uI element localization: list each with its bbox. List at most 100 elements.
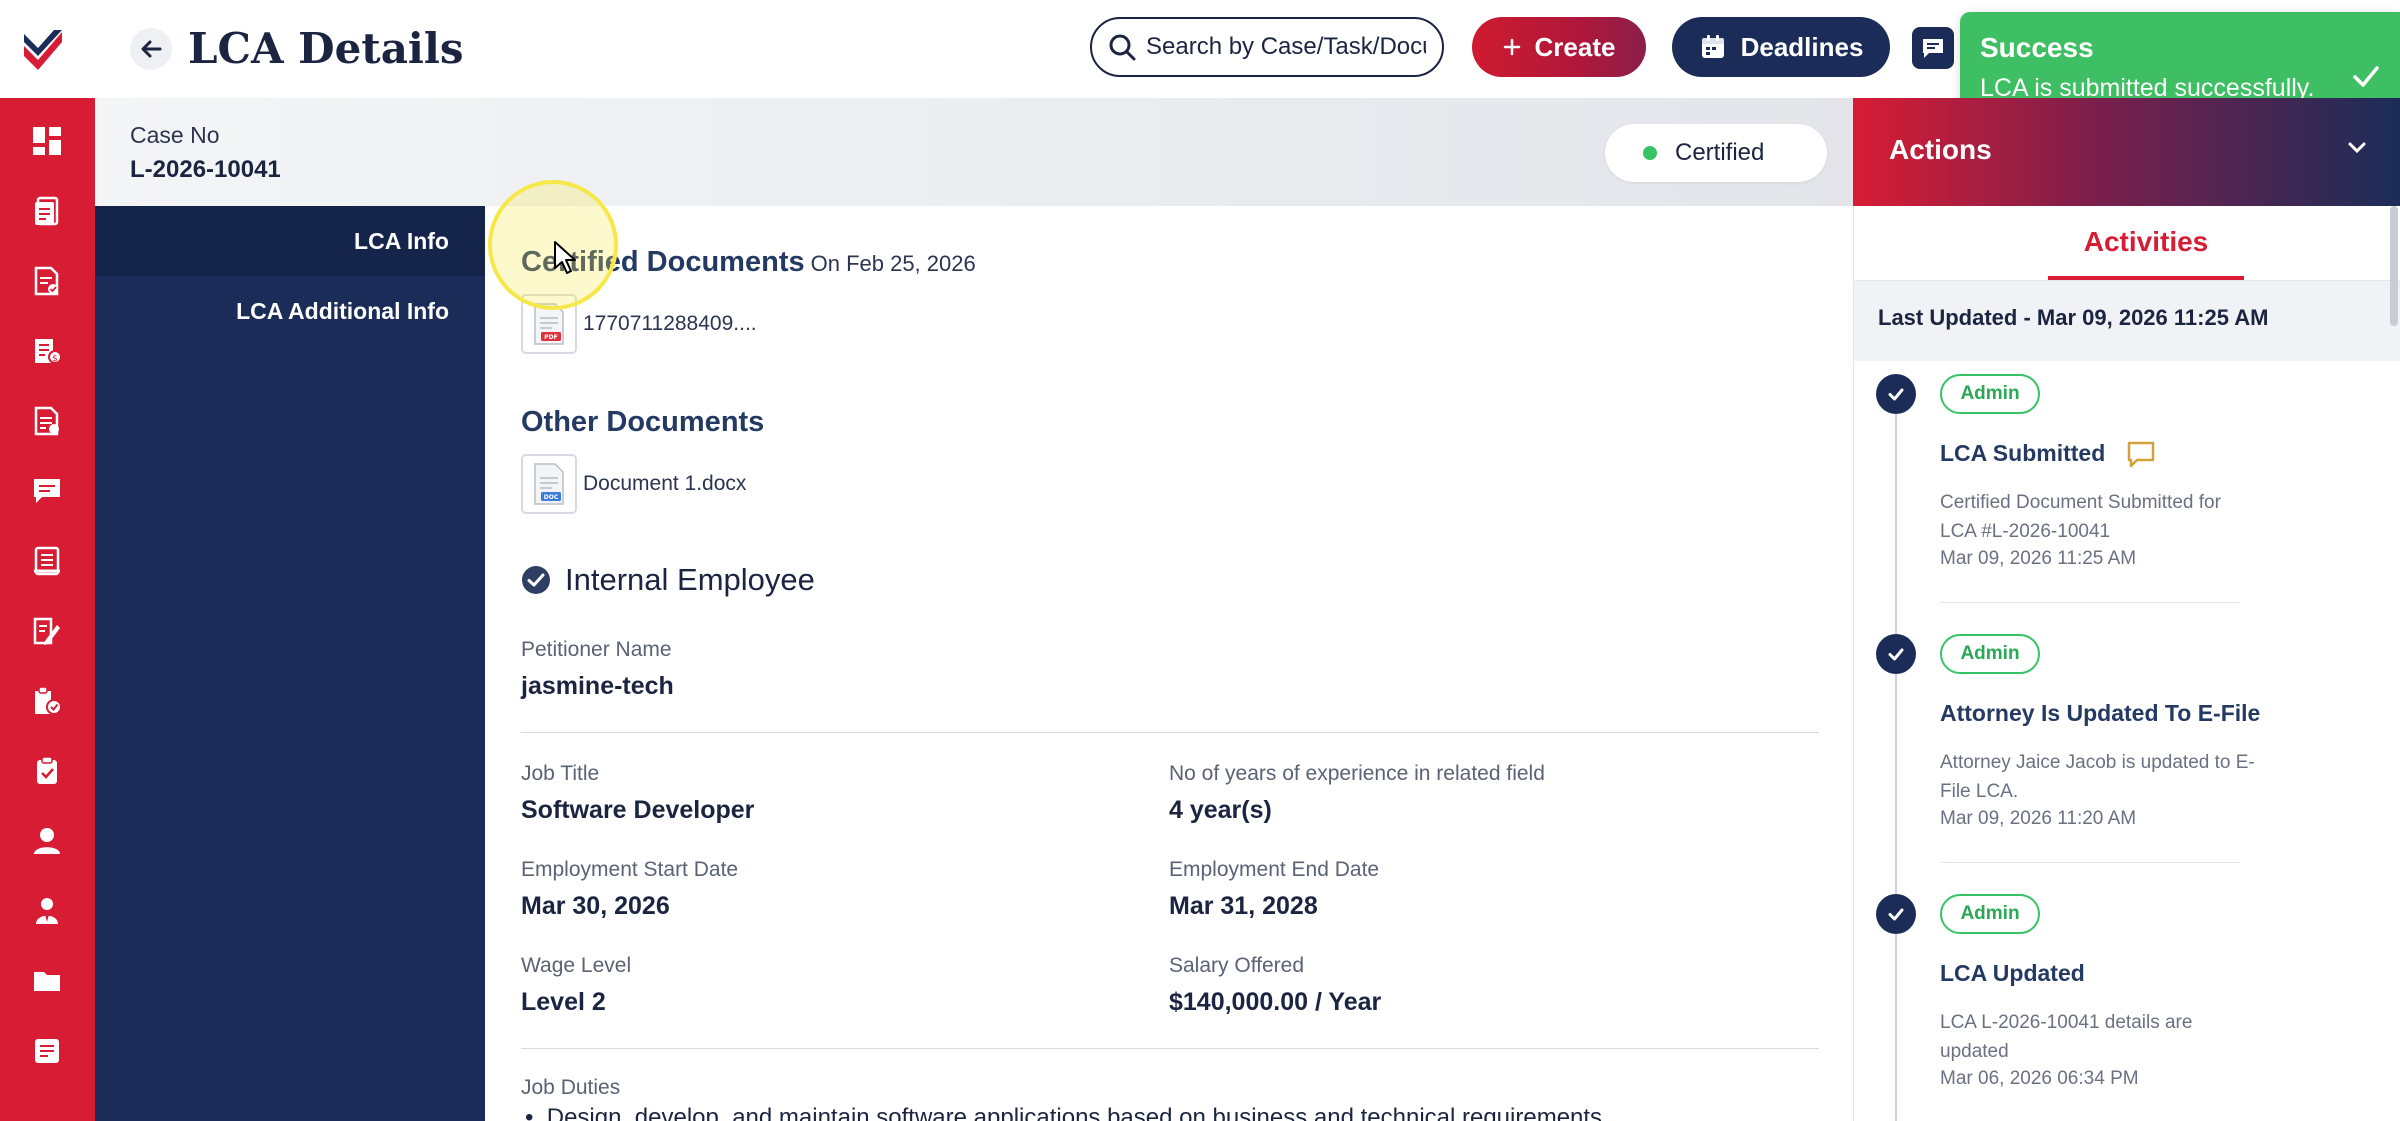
- certified-file-name: 1770711288409....: [583, 312, 757, 335]
- activity-description: LCA L-2026-10041 details are updated: [1940, 1012, 2193, 1062]
- mouse-cursor-icon: [554, 241, 576, 274]
- user-icon[interactable]: [24, 818, 70, 864]
- page-title: LCA Details: [188, 24, 464, 73]
- plus-icon: [1503, 38, 1520, 56]
- cases-icon[interactable]: [24, 188, 70, 234]
- divider: [1940, 862, 2240, 863]
- comment-icon[interactable]: [2126, 440, 2156, 470]
- bullet: •: [525, 1104, 547, 1121]
- create-button[interactable]: Create: [1472, 17, 1646, 77]
- icon-rail: $: [0, 98, 95, 1121]
- activity-title: Attorney Is Updated To E-File: [1940, 700, 2261, 726]
- divider: [521, 1048, 1819, 1049]
- lca-info-content: Certified Documents On Feb 25, 2026 PDF 1…: [485, 206, 1853, 1121]
- salary-label: Salary Offered: [1169, 954, 1305, 977]
- nav-item-lca-info[interactable]: LCA Info: [354, 228, 449, 255]
- toast-title: Success: [1980, 32, 2094, 63]
- job-title-value: Software Developer: [521, 796, 755, 824]
- start-date-value: Mar 30, 2026: [521, 892, 670, 920]
- start-date-label: Employment Start Date: [521, 858, 739, 881]
- actions-dropdown[interactable]: Actions: [1853, 98, 2400, 206]
- deadlines-button-label: Deadlines: [1740, 31, 1864, 62]
- activity-title: LCA Submitted: [1940, 440, 2156, 470]
- check-circle-icon: [1876, 374, 1916, 414]
- check-circle-icon: [1876, 634, 1916, 674]
- back-button[interactable]: [130, 28, 172, 70]
- case-no-label: Case No: [130, 122, 220, 148]
- wage-level-value: Level 2: [521, 988, 606, 1016]
- check-icon: [2353, 66, 2379, 87]
- last-updated: Last Updated - Mar 09, 2026 11:25 AM: [1854, 281, 2400, 361]
- arrow-left-icon: [141, 40, 162, 58]
- job-title-label: Job Title: [521, 762, 600, 785]
- search-input[interactable]: [1146, 33, 1426, 61]
- folder-icon[interactable]: [24, 958, 70, 1004]
- notes-icon[interactable]: [24, 1028, 70, 1074]
- timeline-line: [1895, 376, 1897, 1121]
- create-button-label: Create: [1534, 31, 1616, 62]
- status-dot-icon: [1643, 146, 1657, 160]
- activity-title-text: LCA Submitted: [1940, 440, 2106, 467]
- employee-type: Internal Employee: [565, 562, 815, 597]
- app-logo-icon[interactable]: [18, 24, 68, 74]
- other-documents-title: Other Documents: [521, 406, 765, 438]
- check-circle-icon: [1876, 894, 1916, 934]
- chat-icon: [1923, 39, 1943, 58]
- invoice-icon[interactable]: $: [24, 328, 70, 374]
- role-badge: Admin: [1940, 634, 2040, 674]
- activity-description: Certified Document Submitted for LCA #L-…: [1940, 492, 2221, 542]
- global-search[interactable]: [1090, 17, 1444, 77]
- certified-date: On Feb 25, 2026: [810, 251, 976, 276]
- dashboard-icon[interactable]: [24, 118, 70, 164]
- doc-file-icon: DOC: [521, 454, 577, 514]
- salary-value: $140,000.00 / Year: [1169, 988, 1382, 1016]
- search-icon: [1109, 34, 1136, 61]
- document-check-icon[interactable]: [24, 258, 70, 304]
- job-duty-text: Design, develop, and maintain software a…: [546, 1104, 1609, 1121]
- job-duties-label: Job Duties: [521, 1076, 621, 1099]
- messages-button[interactable]: [1912, 27, 1954, 69]
- deadlines-button[interactable]: Deadlines: [1672, 17, 1890, 77]
- activity-panel: Activities Last Updated - Mar 09, 2026 1…: [1853, 206, 2400, 1121]
- tab-activities[interactable]: Activities: [2048, 226, 2244, 258]
- activity-title: LCA Updated: [1940, 960, 2085, 986]
- ledger-icon[interactable]: [24, 538, 70, 584]
- calendar-icon: [1701, 35, 1724, 58]
- messages-icon[interactable]: [24, 468, 70, 514]
- petitioner-label: Petitioner Name: [521, 638, 672, 661]
- clipboard-check-icon[interactable]: [24, 748, 70, 794]
- team-icon[interactable]: [24, 888, 70, 934]
- app-root: LCA Details Create De: [0, 0, 2400, 1121]
- divider: [521, 732, 1819, 733]
- experience-label: No of years of experience in related fie…: [1169, 762, 1545, 785]
- edit-document-icon[interactable]: [24, 608, 70, 654]
- job-duty-item: • Design, develop, and maintain software…: [525, 1104, 1609, 1121]
- forms-icon[interactable]: [24, 398, 70, 444]
- activity-time: Mar 09, 2026 11:20 AM: [1940, 808, 2137, 829]
- activity-scrollbar[interactable]: [2390, 206, 2398, 326]
- svg-text:PDF: PDF: [544, 334, 557, 341]
- activity-time: Mar 09, 2026 11:25 AM: [1940, 548, 2137, 569]
- divider: [1940, 602, 2240, 603]
- employee-type-heading: Internal Employee: [521, 562, 815, 598]
- verified-badge-icon: [522, 566, 550, 594]
- activity-description: Attorney Jaice Jacob is updated to E-Fil…: [1940, 752, 2255, 802]
- case-number: L-2026-10041: [130, 156, 281, 183]
- svg-text:DOC: DOC: [544, 494, 559, 501]
- other-document-file[interactable]: DOC Document 1.docx: [521, 454, 746, 514]
- status-text: Certified: [1675, 139, 1765, 166]
- role-badge: Admin: [1940, 374, 2040, 414]
- role-badge: Admin: [1940, 894, 2040, 934]
- other-file-name: Document 1.docx: [583, 472, 747, 495]
- nav-item-lca-additional-info[interactable]: LCA Additional Info: [236, 298, 449, 325]
- status-badge: Certified: [1605, 124, 1827, 182]
- case-header: Case No L-2026-10041 Certified: [95, 98, 1853, 206]
- wage-level-label: Wage Level: [521, 954, 632, 977]
- verified-document-icon[interactable]: [24, 678, 70, 724]
- chevron-down-icon: [2348, 142, 2366, 154]
- actions-title: Actions: [1889, 134, 1992, 165]
- end-date-value: Mar 31, 2028: [1169, 892, 1318, 920]
- experience-value: 4 year(s): [1169, 796, 1272, 824]
- petitioner-value: jasmine-tech: [521, 672, 674, 700]
- section-nav: LCA Info LCA Additional Info: [95, 206, 485, 1121]
